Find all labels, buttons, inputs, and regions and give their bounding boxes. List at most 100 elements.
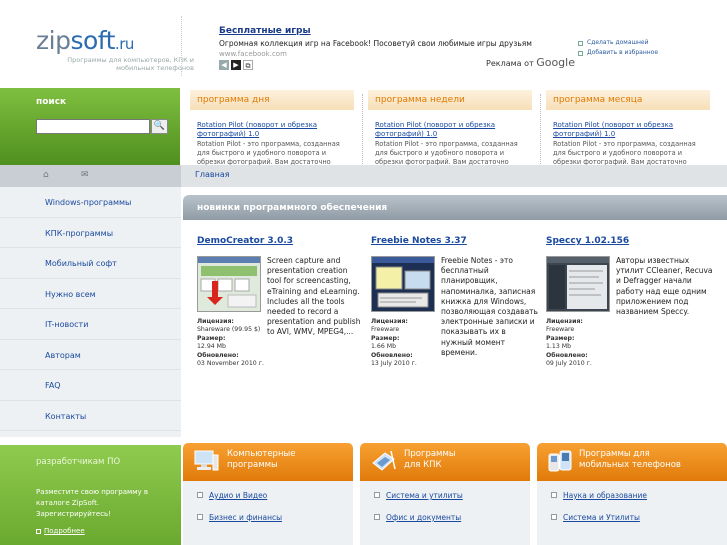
updated-value: 09 July 2010 г.: [546, 359, 592, 367]
sidebar-nav: Windows-программы КПК-программы Мобильны…: [0, 187, 181, 437]
category-item[interactable]: Система и утилиты: [374, 491, 530, 513]
updated-value: 03 November 2010 г.: [197, 359, 264, 367]
category-item-label: Аудио и Видео: [209, 491, 268, 500]
category-item[interactable]: Офис и документы: [374, 513, 530, 535]
program-desc: Screen capture and presentation creation…: [267, 256, 361, 337]
program-meta: Лицензия: Shareware (99.95 $) Размер: 12…: [197, 316, 265, 368]
featured-title-link[interactable]: Rotation Pilot (поворот и обрезка фотогр…: [375, 121, 532, 139]
category-header[interactable]: Программы для мобильных телефонов: [537, 443, 727, 481]
nav-item-it-news[interactable]: IT-новости: [0, 309, 181, 340]
category-header[interactable]: Компьютерные программы: [183, 443, 353, 481]
category-list: Наука и образование Система и Утилиты: [537, 481, 727, 545]
ad-block[interactable]: Бесплатные игры Огромная коллекция игр н…: [219, 26, 559, 70]
category-item[interactable]: Бизнес и финансы: [197, 513, 353, 535]
bullet-icon: [197, 514, 203, 520]
logo-suffix: .ru: [114, 35, 134, 53]
checkbox-icon: [578, 50, 583, 56]
category-item-label: Офис и документы: [386, 513, 462, 522]
featured-week: программа недели Rotation Pilot (поворот…: [368, 90, 532, 167]
program-title-link[interactable]: Speccy 1.02.156: [546, 236, 716, 246]
make-homepage-link[interactable]: Сделать домашней: [587, 38, 649, 48]
license-value: Shareware (99.95 $): [197, 325, 261, 333]
category-item[interactable]: Аудио и Видео: [197, 491, 353, 513]
nav-item-essentials[interactable]: Нужно всем: [0, 279, 181, 309]
search-icon: 🔍: [153, 121, 166, 131]
site-logo[interactable]: zipsoft.ru Программы для компьютеров, КП…: [36, 26, 194, 72]
category-item-label: Бизнес и финансы: [209, 513, 283, 522]
featured-heading: программа недели: [368, 90, 532, 110]
bullet-icon: [197, 492, 203, 498]
updated-value: 13 July 2010 г.: [371, 359, 417, 367]
phone-icon: [548, 450, 572, 472]
ad-text: Огромная коллекция игр на Facebook! Посо…: [219, 39, 532, 48]
category-mobile: Программы для мобильных телефонов Наука …: [537, 443, 727, 545]
featured-title-link[interactable]: Rotation Pilot (поворот и обрезка фотогр…: [553, 121, 710, 139]
category-item[interactable]: Наука и образование: [551, 491, 727, 513]
category-title-2: для КПК: [404, 460, 442, 470]
program-title-link[interactable]: DemoCreator 3.0.3: [197, 236, 367, 246]
program-screenshot[interactable]: [197, 256, 261, 312]
search-panel: поиск 🔍: [0, 88, 180, 165]
featured-desc: Rotation Pilot - это программа, созданна…: [553, 140, 696, 166]
logo-name: soft: [70, 26, 115, 55]
ad-nav: ◀ ▶ ⧉: [219, 60, 253, 70]
ads-by-google[interactable]: Реклама от Google: [486, 56, 575, 69]
category-title-1: Программы: [404, 449, 456, 459]
category-item-label: Система и утилиты: [386, 491, 463, 500]
license-label: Лицензия:: [546, 318, 583, 325]
program-screenshot[interactable]: [371, 256, 435, 312]
updated-label: Обновлено:: [546, 352, 588, 360]
search-input[interactable]: [36, 119, 150, 134]
program-screenshot[interactable]: [546, 256, 610, 312]
prev-arrow-icon[interactable]: ◀: [219, 60, 229, 70]
nav-item-authors[interactable]: Авторам: [0, 340, 181, 370]
logo-tagline: Программы для компьютеров, КПК и мобильн…: [67, 56, 194, 72]
license-label: Лицензия:: [371, 318, 408, 325]
featured-desc: Rotation Pilot - это программа, созданна…: [375, 140, 518, 166]
featured-month: программа месяца Rotation Pilot (поворот…: [546, 90, 710, 167]
license-label: Лицензия:: [197, 318, 234, 325]
category-header[interactable]: Программы для КПК: [360, 443, 530, 481]
featured-heading: программа дня: [190, 90, 354, 110]
popout-icon[interactable]: ⧉: [243, 60, 253, 70]
featured-title-link[interactable]: Rotation Pilot (поворот и обрезка фотогр…: [197, 121, 354, 139]
program-card: Speccy 1.02.156 Авторы известных утилит …: [546, 236, 716, 367]
checkbox-icon: [578, 40, 583, 46]
nav-item-faq[interactable]: FAQ: [0, 370, 181, 401]
ads-by-label: Реклама от: [486, 59, 534, 68]
program-desc: Авторы известных утилит CCleaner, Recuva…: [616, 256, 713, 317]
bullet-icon: [374, 492, 380, 498]
category-pda: Программы для КПК Система и утилиты Офис…: [360, 443, 530, 545]
next-arrow-icon[interactable]: ▶: [231, 60, 241, 70]
license-value: Freeware: [546, 325, 575, 333]
category-list: Аудио и Видео Бизнес и финансы: [183, 481, 353, 545]
bullet-icon: [551, 492, 557, 498]
new-software-block: новинки программного обеспечения DemoCre…: [183, 195, 727, 395]
nav-item-pda[interactable]: КПК-программы: [0, 218, 181, 248]
computer-icon: [194, 450, 219, 471]
mail-icon[interactable]: ✉: [81, 171, 90, 180]
program-meta: Лицензия: Freeware Размер: 1.66 Mb Обнов…: [371, 316, 439, 368]
developers-more-link[interactable]: Подробнее: [44, 527, 85, 535]
search-button[interactable]: 🔍: [151, 119, 168, 134]
category-item-label: Наука и образование: [563, 491, 647, 500]
logo-prefix: zip: [36, 26, 71, 55]
license-value: Freeware: [371, 325, 400, 333]
size-value: 1.66 Mb: [371, 342, 397, 350]
category-item[interactable]: Система и Утилиты: [551, 513, 727, 535]
column-divider: [540, 94, 541, 164]
size-value: 12.94 Mb: [197, 342, 226, 350]
nav-item-windows[interactable]: Windows-программы: [0, 187, 181, 218]
updated-label: Обновлено:: [197, 352, 239, 360]
nav-item-mobile[interactable]: Мобильный софт: [0, 248, 181, 279]
breadcrumb[interactable]: Главная: [195, 170, 230, 179]
category-title-1: Компьютерные: [227, 449, 296, 459]
add-favorites-link[interactable]: Добавить в избранное: [587, 48, 658, 58]
size-value: 1.13 Mb: [546, 342, 572, 350]
developers-panel: разработчикам ПО Разместите свою програм…: [0, 445, 181, 545]
home-icon[interactable]: ⌂: [43, 171, 52, 180]
program-meta: Лицензия: Freeware Размер: 1.13 Mb Обнов…: [546, 316, 614, 368]
nav-item-contacts[interactable]: Контакты: [0, 401, 181, 431]
program-title-link[interactable]: Freebie Notes 3.37: [371, 236, 541, 246]
ad-title-link[interactable]: Бесплатные игры: [219, 26, 559, 36]
